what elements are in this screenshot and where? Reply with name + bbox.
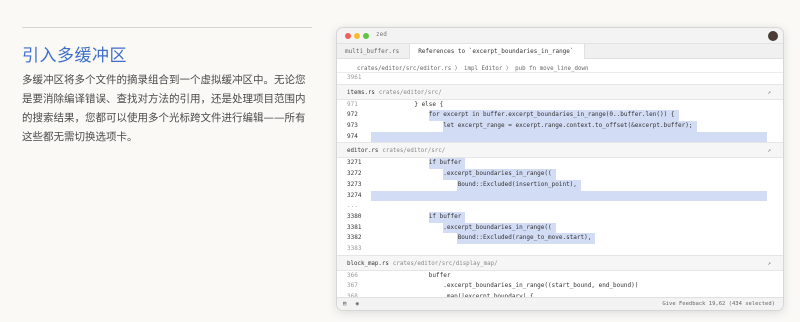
code-text: if buffer xyxy=(371,159,462,167)
excerpt-lines: 3271 if buffer 3272 .excerpt_boundaries_i… xyxy=(337,158,783,254)
code-line[interactable]: if buffer xyxy=(371,158,783,170)
excerpt-header[interactable]: block_map.rs crates/editor/src/display_ma… xyxy=(337,254,783,271)
code-row: ... xyxy=(337,201,783,212)
code-line[interactable]: .excerpt_boundaries_in_range(( xyxy=(371,169,783,180)
code-text: .excerpt_boundaries_in_range((start_boun… xyxy=(371,282,639,290)
line-number: 972 xyxy=(347,111,358,119)
code-line[interactable]: for excerpt in buffer.excerpt_boundaries… xyxy=(371,110,783,122)
line-number: 3271 xyxy=(347,159,362,167)
divider xyxy=(22,27,312,28)
code-row: 972 for excerpt in buffer.excerpt_bounda… xyxy=(337,110,783,122)
status-bar: ▤ ◉ Give Feedback 19,62 (434 selected) xyxy=(337,297,783,310)
code-text: buffer xyxy=(371,271,451,279)
code-row: 367 .excerpt_boundaries_in_range((start_… xyxy=(337,281,783,292)
line-number: 367 xyxy=(347,282,358,290)
code-line[interactable]: buffer xyxy=(371,271,783,282)
code-text: } else { xyxy=(371,100,444,108)
expand-arrow-icon[interactable]: ↗ xyxy=(767,260,771,267)
code-line[interactable] xyxy=(371,73,783,84)
close-window-icon[interactable] xyxy=(345,33,351,39)
code-line[interactable]: .excerpt_boundaries_in_range((start_boun… xyxy=(371,281,783,292)
code-row: 3380 if buffer xyxy=(337,211,783,223)
code-text: let excerpt_range = excerpt.range.contex… xyxy=(371,122,693,130)
code-line[interactable]: } else { xyxy=(371,100,783,111)
line-number: 3380 xyxy=(347,212,362,220)
code-row: 3271 if buffer xyxy=(337,158,783,170)
code-text: Bound::Excluded(range_to_move.start), xyxy=(371,234,592,242)
line-number: ... xyxy=(347,202,358,210)
code-text: .excerpt_boundaries_in_range(( xyxy=(371,170,552,178)
tab-references[interactable]: References to `excerpt_boundaries_in_ran… xyxy=(410,44,585,59)
status-text[interactable]: Give Feedback 19,62 (434 selected) xyxy=(662,301,775,307)
code-line[interactable]: let excerpt_range = excerpt.range.contex… xyxy=(371,121,783,132)
check-circle-icon[interactable]: ◉ xyxy=(356,301,359,307)
expand-arrow-icon[interactable]: ↗ xyxy=(767,89,771,96)
tab-bar: multi_buffer.rs References to `excerpt_b… xyxy=(337,44,783,59)
code-row: 973 let excerpt_range = excerpt.range.co… xyxy=(337,121,783,132)
excerpt-file-path: crates/editor/src/display_map/ xyxy=(392,260,498,267)
code-line[interactable]: .excerpt_boundaries_in_range(( xyxy=(371,222,783,234)
code-line[interactable] xyxy=(371,190,783,202)
selection-highlight xyxy=(371,131,767,143)
excerpt-lines: 971 } else {972 for excerpt in buffer.ex… xyxy=(337,100,783,143)
title-bar: zed xyxy=(337,28,783,44)
code-row: 3273 Bound::Excluded(insertion_point), xyxy=(337,179,783,191)
minimize-window-icon[interactable] xyxy=(354,33,360,39)
line-number: 973 xyxy=(347,122,358,130)
line-number: 3382 xyxy=(347,234,362,242)
code-line[interactable]: if buffer xyxy=(371,211,783,223)
code-row: 3274 xyxy=(337,190,783,202)
excerpt-file-name: editor.rs xyxy=(347,148,379,155)
multibuffer-excerpts: items.rs crates/editor/src/↗ 971 } else {9… xyxy=(337,83,783,303)
expand-arrow-icon[interactable]: ↗ xyxy=(767,147,771,154)
code-line[interactable] xyxy=(371,201,783,212)
feature-title: 引入多缓冲区 xyxy=(22,46,127,66)
breadcrumb[interactable]: crates/editor/src/editor.rs 〉 impl Edito… xyxy=(337,59,783,73)
line-number: 3383 xyxy=(347,244,362,252)
excerpt-file-name: block_map.rs xyxy=(347,260,389,267)
code-row: 3272 .excerpt_boundaries_in_range(( xyxy=(337,169,783,180)
excerpt-file-path: crates/editor/src/ xyxy=(382,148,446,155)
code-line[interactable]: Bound::Excluded(insertion_point), xyxy=(371,179,783,191)
editor-window: zed multi_buffer.rs References to `excer… xyxy=(336,27,784,311)
terminal-icon[interactable]: ▤ xyxy=(343,301,346,307)
code-row: 3383 xyxy=(337,244,783,255)
code-row: 974 xyxy=(337,131,783,143)
selection-highlight xyxy=(371,190,767,202)
line-number: 3961 xyxy=(347,74,362,81)
code-line[interactable] xyxy=(371,131,783,143)
line-number: 971 xyxy=(347,100,358,108)
code-text: for excerpt in buffer.excerpt_boundaries… xyxy=(371,111,675,119)
line-number: 366 xyxy=(347,271,358,279)
code-line[interactable] xyxy=(371,244,783,255)
top-line: 3961 xyxy=(337,73,783,84)
avatar[interactable] xyxy=(768,31,778,41)
excerpt-file-path: crates/editor/src/ xyxy=(378,89,442,96)
maximize-window-icon[interactable] xyxy=(363,33,369,39)
code-text: Bound::Excluded(insertion_point), xyxy=(371,180,577,188)
excerpt-header[interactable]: items.rs crates/editor/src/ ↗ xyxy=(337,83,783,100)
code-text: .excerpt_boundaries_in_range(( xyxy=(371,223,552,231)
line-number: 3272 xyxy=(347,170,362,178)
feature-description: 多缓冲区将多个文件的摘录组合到一个虚拟缓冲区中。无论您是要消除编译错误、查找对方… xyxy=(22,74,306,143)
code-row: 3382 Bound::Excluded(range_to_move.start… xyxy=(337,233,783,244)
line-number: 3274 xyxy=(347,191,362,199)
code-text: if buffer xyxy=(371,212,462,220)
code-line[interactable]: Bound::Excluded(range_to_move.start), xyxy=(371,233,783,244)
code-row: 366 buffer xyxy=(337,271,783,282)
code-row: 971 } else { xyxy=(337,100,783,111)
excerpt-file-name: items.rs xyxy=(347,89,375,96)
code-row: 3381 .excerpt_boundaries_in_range(( xyxy=(337,222,783,234)
line-number: 3381 xyxy=(347,223,362,231)
excerpt-header[interactable]: editor.rs crates/editor/src/ ↗ xyxy=(337,142,783,159)
line-number: 3273 xyxy=(347,180,362,188)
app-name: zed xyxy=(376,31,387,38)
tab-multi-buffer[interactable]: multi_buffer.rs xyxy=(337,44,411,59)
line-number: 974 xyxy=(347,132,358,140)
